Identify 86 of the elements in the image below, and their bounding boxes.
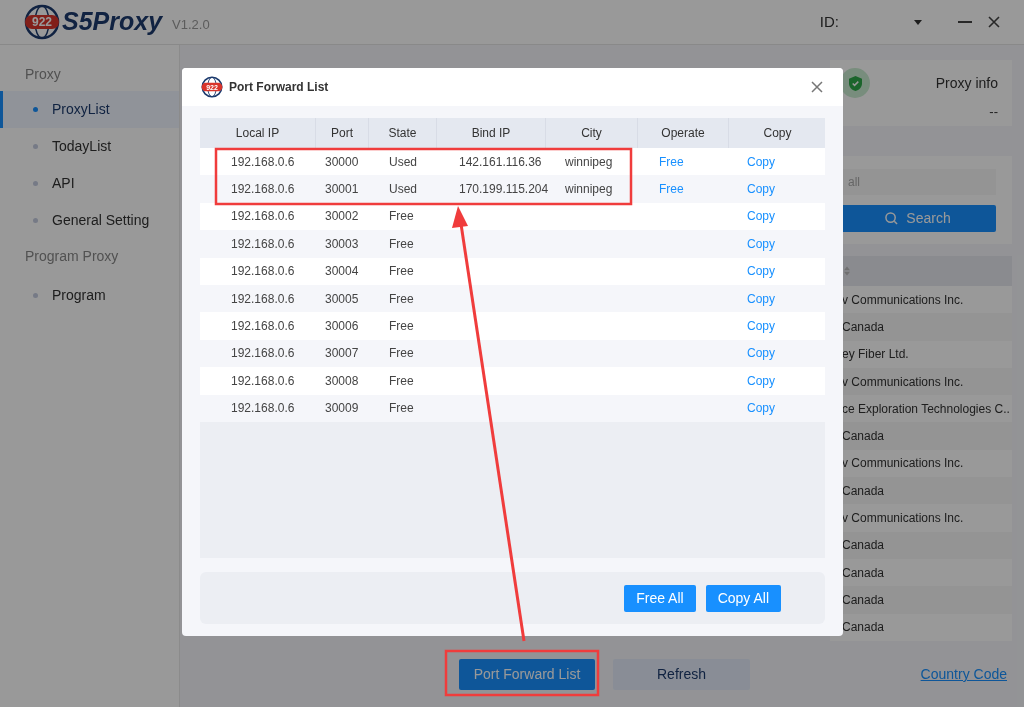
free-link[interactable]: Free	[659, 152, 684, 171]
table-cell-text: 192.168.0.6	[231, 318, 295, 336]
bottom-button[interactable]: Port Forward List	[459, 659, 595, 690]
copy-link[interactable]: Copy	[747, 152, 775, 171]
table-cell-text: 192.168.0.6	[231, 290, 295, 308]
copy-link[interactable]: Copy	[747, 234, 775, 253]
brand-name: S5Proxy	[62, 6, 163, 38]
table-cell-text: Free	[389, 318, 414, 336]
dialog-title: Port Forward List	[229, 79, 329, 96]
version-label: V1.2.0	[172, 16, 210, 35]
table-cell-text: winnipeg	[565, 153, 613, 171]
bottom-button[interactable]: Refresh	[613, 659, 750, 690]
table-cell-text: Free	[389, 400, 414, 418]
table-cell-text: 30000	[325, 153, 359, 171]
dialog-button[interactable]: Free All	[624, 584, 696, 612]
column-header: State	[388, 125, 417, 142]
table-cell-text: 192.168.0.6	[231, 208, 295, 226]
column-header: Copy	[763, 125, 792, 142]
table-cell-text: Free	[389, 208, 414, 226]
sidebar-item[interactable]: Program	[0, 277, 179, 314]
close-icon[interactable]	[988, 16, 1000, 28]
copy-link[interactable]: Copy	[747, 180, 775, 199]
section-title: Program Proxy	[24, 246, 120, 266]
table-cell-text: 192.168.0.6	[231, 235, 295, 253]
isp-cell-text: Canada	[842, 564, 885, 582]
table-cell-text: 30002	[325, 208, 359, 226]
sidebar-item[interactable]: General Setting	[0, 202, 179, 239]
close-icon[interactable]	[811, 81, 823, 93]
table-cell-text: Free	[389, 290, 414, 308]
search-icon	[885, 211, 899, 225]
isp-cell-text: Canada	[842, 482, 885, 500]
copy-link[interactable]: Copy	[747, 317, 775, 336]
sidebar-item[interactable]: API	[0, 165, 179, 202]
proxy-info-title: Proxy info	[935, 73, 998, 93]
table-cell-text: 30009	[325, 400, 359, 418]
sidebar-item[interactable]: TodayList	[0, 128, 179, 165]
copy-link[interactable]: Copy	[747, 207, 775, 226]
table-cell-text: Free	[389, 372, 414, 390]
isp-cell-text: Canada	[842, 428, 885, 446]
isp-cell-text: Canada	[842, 591, 885, 609]
table-cell-text: 30003	[325, 235, 359, 253]
column-header: Bind IP	[471, 125, 511, 142]
free-link[interactable]: Free	[659, 180, 684, 199]
table-cell-text: 30008	[325, 372, 359, 390]
table-cell-text: 192.168.0.6	[231, 400, 295, 418]
isp-cell-text: ey Fiber Ltd.	[842, 346, 909, 364]
table-cell-text: 30001	[325, 181, 359, 199]
search-button[interactable]: Search	[840, 204, 996, 232]
column-header: Operate	[661, 125, 705, 142]
isp-cell-text: Canada	[842, 318, 885, 336]
copy-link[interactable]: Copy	[747, 262, 775, 281]
caret-icon[interactable]	[914, 19, 922, 25]
table-cell-text: Free	[389, 345, 414, 363]
isp-cell-text: ce Exploration Technologies C..	[842, 400, 1010, 418]
logo-icon: 922	[24, 4, 60, 40]
table-cell-text: 192.168.0.6	[231, 345, 295, 363]
table-cell-text: Free	[389, 235, 414, 253]
column-header: City	[581, 125, 602, 142]
copy-link[interactable]: Copy	[747, 371, 775, 390]
proxy-info-value: --	[989, 103, 998, 121]
table-cell-text: Used	[389, 181, 417, 199]
sidebar-item[interactable]: ProxyList	[0, 91, 179, 128]
table-cell-text: 192.168.0.6	[231, 153, 295, 171]
table-cell-text: 30005	[325, 290, 359, 308]
table-cell-text: Free	[389, 263, 414, 281]
table-cell-text: winnipeg	[565, 181, 613, 199]
table-cell-text: Used	[389, 153, 417, 171]
copy-link[interactable]: Copy	[747, 289, 775, 308]
column-header: Local IP	[235, 125, 280, 142]
table-cell-text: 192.168.0.6	[231, 181, 295, 199]
table-cell-text: 192.168.0.6	[231, 372, 295, 390]
isp-cell-text: Canada	[842, 619, 885, 637]
table-cell-text: 30006	[325, 318, 359, 336]
table-cell-text: 170.199.115.204	[459, 181, 549, 199]
id-label: ID:	[819, 11, 839, 32]
isp-cell-text: Canada	[842, 537, 885, 555]
table-cell-text: 30007	[325, 345, 359, 363]
column-header: Port	[331, 125, 353, 142]
country-code-link[interactable]: Country Code	[920, 664, 1007, 685]
copy-link[interactable]: Copy	[747, 344, 775, 363]
dialog-button[interactable]: Copy All	[705, 584, 781, 612]
table-cell-text: 192.168.0.6	[231, 263, 295, 281]
copy-link[interactable]: Copy	[747, 399, 775, 418]
table-cell-text: 30004	[325, 263, 359, 281]
table-cell-text: 142.161.116.36	[459, 153, 542, 171]
section-title: Proxy	[24, 64, 62, 84]
